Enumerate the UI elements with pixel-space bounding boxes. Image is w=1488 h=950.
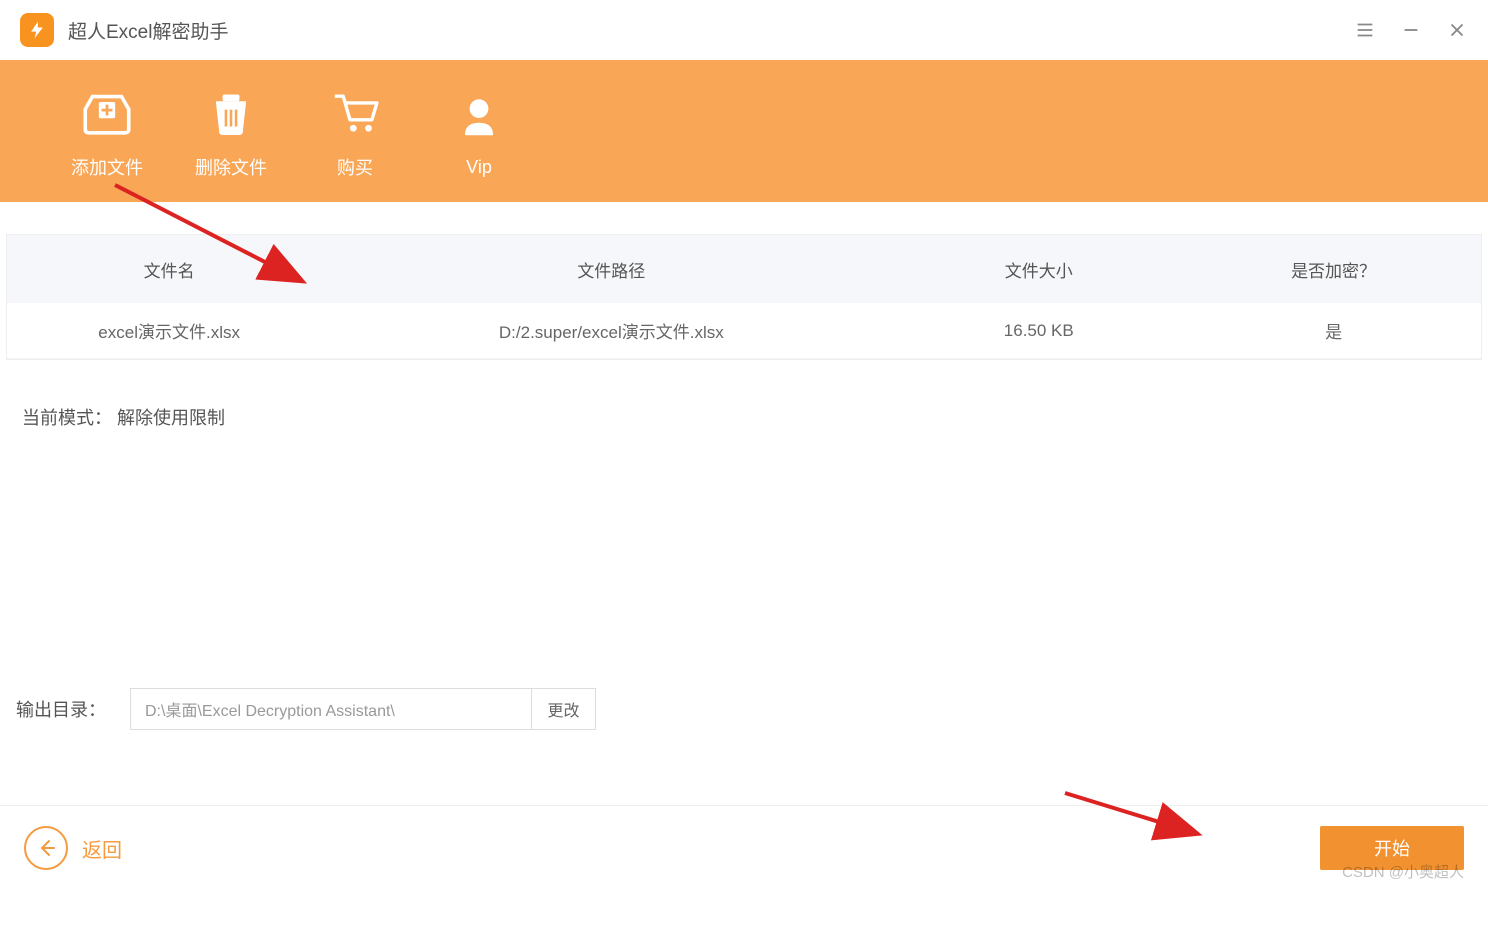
watermark: CSDN @小奥超人	[1342, 861, 1464, 882]
mode-label: 当前模式：	[22, 408, 112, 428]
cell-encrypted: 是	[1186, 318, 1481, 343]
back-button[interactable]: 返回	[24, 826, 122, 870]
add-file-button[interactable]: 添加文件	[50, 82, 164, 180]
minimize-icon[interactable]	[1400, 19, 1422, 41]
output-row: 输出目录： 更改	[16, 688, 596, 730]
cell-name: excel演示文件.xlsx	[7, 318, 331, 343]
titlebar: 超人Excel解密助手	[0, 0, 1488, 60]
mode-row: 当前模式： 解除使用限制	[6, 360, 1482, 440]
app-title: 超人Excel解密助手	[68, 17, 228, 44]
add-file-icon	[78, 82, 136, 140]
delete-file-button[interactable]: 删除文件	[174, 82, 288, 180]
output-label: 输出目录：	[16, 696, 106, 722]
file-table: 文件名 文件路径 文件大小 是否加密？ excel演示文件.xlsx D:/2.…	[6, 234, 1482, 360]
main-content: 文件名 文件路径 文件大小 是否加密？ excel演示文件.xlsx D:/2.…	[0, 234, 1488, 440]
window-controls	[1354, 19, 1468, 41]
vip-label: Vip	[466, 157, 492, 178]
delete-file-label: 删除文件	[195, 154, 267, 180]
cell-path: D:/2.super/excel演示文件.xlsx	[331, 318, 891, 343]
toolbar: 添加文件 删除文件 购买 Vip	[0, 60, 1488, 202]
change-output-button[interactable]: 更改	[531, 689, 595, 729]
table-row[interactable]: excel演示文件.xlsx D:/2.super/excel演示文件.xlsx…	[7, 303, 1481, 359]
output-path-input[interactable]	[131, 689, 531, 729]
cell-size: 16.50 KB	[891, 321, 1186, 341]
delete-file-icon	[204, 82, 258, 140]
purchase-button[interactable]: 购买	[298, 82, 412, 180]
add-file-label: 添加文件	[71, 154, 143, 180]
menu-icon[interactable]	[1354, 19, 1376, 41]
app-logo-icon	[20, 13, 54, 47]
footer: 返回 开始	[0, 805, 1488, 890]
mode-value: 解除使用限制	[117, 408, 225, 428]
header-encrypted: 是否加密？	[1186, 257, 1481, 282]
table-header: 文件名 文件路径 文件大小 是否加密？	[7, 235, 1481, 303]
header-size: 文件大小	[891, 257, 1186, 282]
back-arrow-icon	[24, 826, 68, 870]
vip-button[interactable]: Vip	[422, 85, 536, 178]
header-path: 文件路径	[331, 257, 891, 282]
close-icon[interactable]	[1446, 19, 1468, 41]
cart-icon	[328, 82, 382, 140]
output-field-wrap: 更改	[130, 688, 596, 730]
header-name: 文件名	[7, 257, 331, 282]
vip-icon	[454, 85, 504, 143]
purchase-label: 购买	[337, 154, 373, 180]
back-label: 返回	[82, 834, 122, 863]
